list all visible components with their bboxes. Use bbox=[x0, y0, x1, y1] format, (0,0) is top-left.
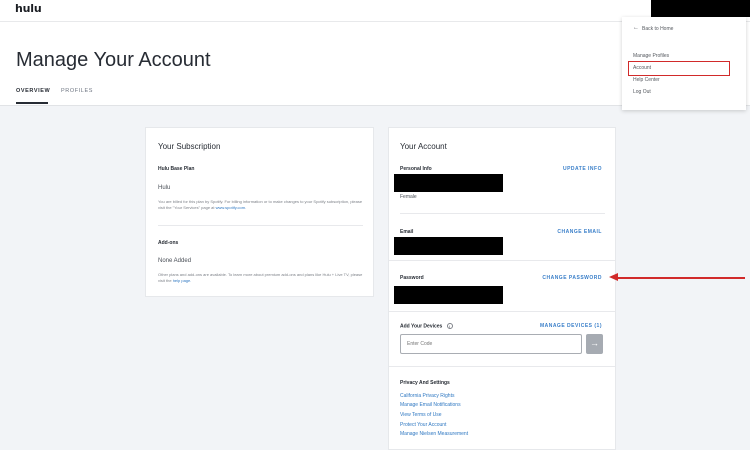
redacted-email bbox=[394, 237, 503, 255]
spotify-link[interactable]: www.spotify.com. bbox=[216, 205, 247, 210]
devices-label-row: Add Your Devices i bbox=[400, 323, 453, 329]
nielsen-measurement-link[interactable]: Manage Nielsen Measurement bbox=[400, 431, 468, 437]
billing-info-copy: You are billed for this plan by Spotify.… bbox=[158, 199, 363, 210]
subscription-title: Your Subscription bbox=[158, 142, 221, 151]
addons-info-text: Other plans and add-ons are available. T… bbox=[158, 272, 364, 284]
log-out-menu-item[interactable]: Log Out bbox=[633, 89, 651, 95]
addons-value: None Added bbox=[158, 258, 192, 264]
pointer-arrow-head bbox=[609, 273, 618, 281]
devices-label: Add Your Devices bbox=[400, 323, 443, 330]
manage-profiles-menu-item[interactable]: Manage Profiles bbox=[633, 53, 669, 59]
account-card: Your Account Personal Info UPDATE INFO F… bbox=[388, 127, 616, 450]
manage-devices-link[interactable]: MANAGE DEVICES (1) bbox=[540, 323, 602, 329]
privacy-settings-label: Privacy And Settings bbox=[400, 380, 450, 386]
base-plan-label: Hulu Base Plan bbox=[158, 166, 195, 172]
gender-value: Female bbox=[400, 194, 417, 200]
arrow-right-icon[interactable] bbox=[586, 334, 603, 354]
plan-name: Hulu bbox=[158, 185, 171, 191]
divider bbox=[389, 366, 615, 367]
divider bbox=[400, 213, 605, 214]
email-notifications-link[interactable]: Manage Email Notifications bbox=[400, 402, 461, 408]
protect-account-link[interactable]: Protect Your Account bbox=[400, 422, 446, 428]
account-highlight-box bbox=[628, 61, 730, 76]
addons-label: Add-ons bbox=[158, 240, 179, 246]
divider bbox=[158, 225, 363, 226]
personal-info-label: Personal Info bbox=[400, 166, 432, 172]
redacted-profile-area bbox=[651, 0, 750, 17]
subscription-card: Your Subscription Hulu Base Plan Hulu Yo… bbox=[145, 127, 374, 297]
change-email-link[interactable]: CHANGE EMAIL bbox=[557, 229, 602, 235]
pointer-arrow-line bbox=[616, 277, 745, 279]
tab-overview[interactable]: OVERVIEW bbox=[16, 88, 50, 104]
back-to-home-label: Back to Home bbox=[642, 26, 674, 32]
help-center-menu-item[interactable]: Help Center bbox=[633, 77, 660, 83]
account-title: Your Account bbox=[400, 142, 447, 151]
california-privacy-link[interactable]: California Privacy Rights bbox=[400, 393, 454, 399]
activation-code-input[interactable] bbox=[400, 334, 582, 354]
help-page-link[interactable]: help page. bbox=[173, 278, 192, 283]
arrow-left-icon: ← bbox=[633, 25, 639, 31]
tab-profiles[interactable]: PROFILES bbox=[61, 88, 93, 94]
terms-of-use-link[interactable]: View Terms of Use bbox=[400, 412, 442, 418]
update-info-link[interactable]: UPDATE INFO bbox=[563, 166, 602, 172]
billing-info-text: You are billed for this plan by Spotify.… bbox=[158, 199, 364, 211]
password-label: Password bbox=[400, 275, 424, 281]
change-password-link[interactable]: CHANGE PASSWORD bbox=[542, 275, 602, 281]
divider bbox=[389, 311, 615, 312]
email-label: Email bbox=[400, 229, 414, 235]
info-icon[interactable]: i bbox=[446, 323, 453, 329]
page-title: Manage Your Account bbox=[16, 49, 211, 71]
redacted-password bbox=[394, 286, 503, 304]
hulu-logo[interactable]: hulu bbox=[15, 2, 42, 15]
redacted-name bbox=[394, 174, 503, 192]
divider bbox=[389, 260, 615, 261]
